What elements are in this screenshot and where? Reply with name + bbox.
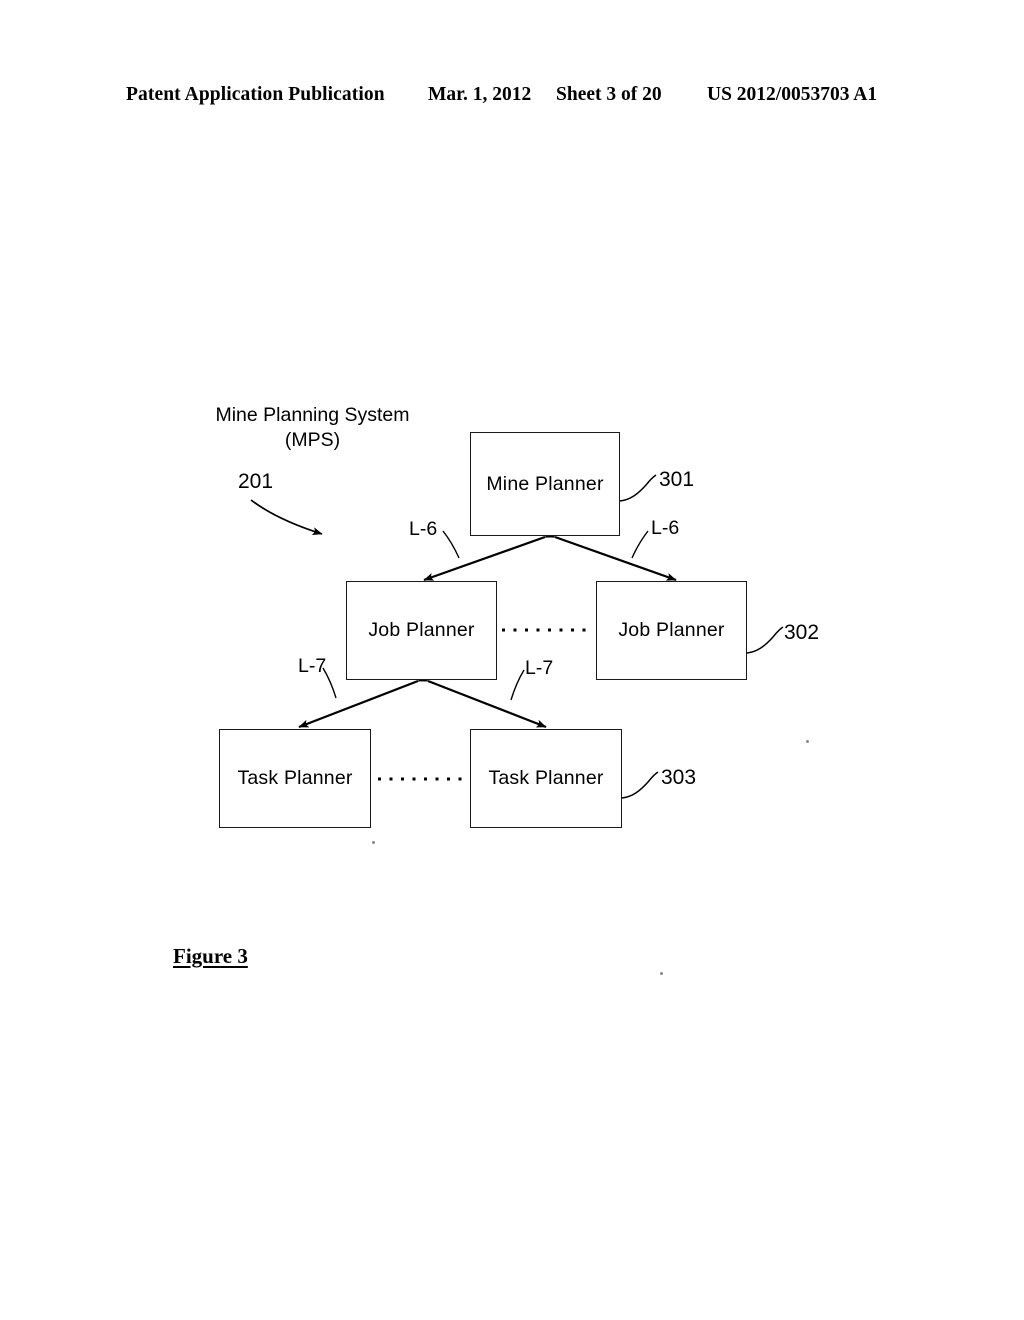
node-task-planner-1-label: Task Planner [237, 767, 353, 789]
system-title-line-2: (MPS) [284, 429, 341, 451]
node-job-planner-2-label: Job Planner [618, 619, 725, 641]
node-job-planner-1: Job Planner [346, 581, 497, 680]
reference-numeral-301: 301 [659, 468, 695, 491]
link-label-l7-right: L-7 [525, 657, 554, 679]
link-label-l7-left: L-7 [298, 655, 327, 677]
link-l6-right-connector [544, 530, 677, 582]
link-l6-left-connector [423, 530, 556, 582]
figure-connectors-svg [250, 474, 784, 799]
reference-301-leader [619, 474, 657, 502]
reference-201-leader [250, 499, 323, 535]
link-label-l6-left: L-6 [409, 518, 438, 540]
reference-303-leader [621, 771, 659, 799]
reference-numeral-302: 302 [784, 621, 820, 644]
link-l6-right-leader [631, 530, 649, 559]
system-title-line-1: Mine Planning System [215, 404, 410, 426]
reference-302-leader [746, 626, 784, 654]
scan-speckle [660, 972, 663, 975]
node-job-planner-1-label: Job Planner [368, 619, 475, 641]
figure-drawing-area: Mine Planning System (MPS) 201 301 302 3… [0, 0, 1024, 1320]
node-mine-planner: Mine Planner [470, 432, 620, 536]
node-task-planner-2-label: Task Planner [488, 767, 604, 789]
figure-caption: Figure 3 [173, 944, 248, 968]
link-label-l6-right: L-6 [651, 517, 680, 539]
node-mine-planner-label: Mine Planner [486, 472, 604, 495]
link-l7-right-connector [417, 673, 547, 729]
scan-speckle [806, 740, 809, 743]
scan-speckle [372, 841, 375, 844]
reference-numeral-201: 201 [238, 470, 274, 493]
node-task-planner-2: Task Planner [470, 729, 622, 828]
system-title: Mine Planning System (MPS) [210, 403, 415, 453]
reference-numeral-303: 303 [661, 766, 697, 789]
link-l7-left-connector [298, 673, 429, 729]
link-l7-right-leader [510, 669, 525, 701]
node-job-planner-2: Job Planner [596, 581, 747, 680]
node-task-planner-1: Task Planner [219, 729, 371, 828]
patent-figure-page: Patent Application Publication Mar. 1, 2… [0, 0, 1024, 1320]
link-l6-left-leader [442, 530, 460, 559]
